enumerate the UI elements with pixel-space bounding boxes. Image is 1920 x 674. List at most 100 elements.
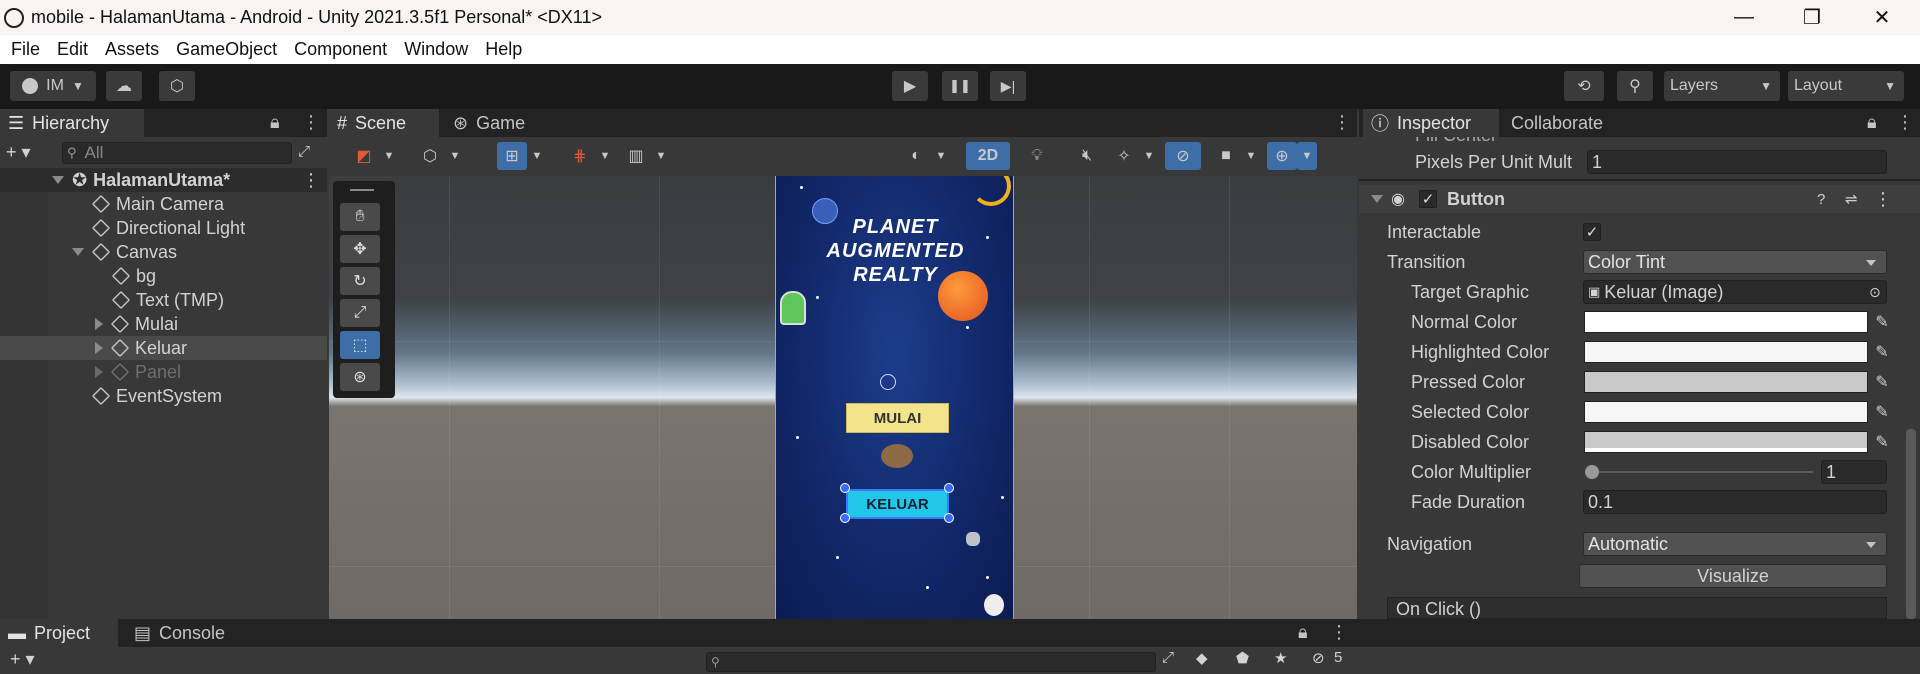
- collab-button[interactable]: ⬡: [159, 71, 195, 101]
- tab-collaborate[interactable]: Collaborate: [1503, 109, 1633, 137]
- tab-console[interactable]: ▤ Console: [126, 619, 246, 647]
- step-button[interactable]: ▶|: [990, 71, 1026, 101]
- layout-dropdown[interactable]: Layout ▼: [1788, 71, 1904, 101]
- selected-color-swatch[interactable]: [1584, 401, 1868, 423]
- chevron-down-icon[interactable]: ▼: [1139, 142, 1159, 170]
- more-menu-icon[interactable]: ⋮: [302, 112, 320, 133]
- pause-button[interactable]: ❚❚: [942, 71, 978, 101]
- rect-handle[interactable]: [944, 513, 954, 523]
- lock-icon[interactable]: 🔒︎: [1867, 112, 1877, 133]
- play-button[interactable]: ▶: [892, 71, 928, 101]
- normal-color-swatch[interactable]: [1584, 311, 1868, 333]
- object-picker-icon[interactable]: ⊙: [1869, 284, 1881, 301]
- disabled-color-swatch[interactable]: [1584, 431, 1868, 453]
- transform-tool-button[interactable]: ⊛: [340, 363, 380, 391]
- inspector-scrollbar[interactable]: [1906, 429, 1916, 619]
- hidden-packages-icon[interactable]: ⊘: [1312, 649, 1325, 667]
- help-icon[interactable]: ?: [1817, 191, 1825, 208]
- menu-component[interactable]: Component: [294, 39, 387, 60]
- gizmos-button[interactable]: ⊕: [1267, 142, 1297, 170]
- increment-snap-button[interactable]: ⋕: [565, 142, 595, 170]
- hierarchy-item-scene[interactable]: ✪ HalamanUtama* ⋮: [0, 168, 327, 192]
- chevron-down-icon[interactable]: ▼: [931, 142, 951, 170]
- hierarchy-item-canvas[interactable]: Canvas: [0, 240, 327, 264]
- render-mode-button[interactable]: ⬡: [415, 142, 445, 170]
- hierarchy-item-directional-light[interactable]: Directional Light: [0, 216, 327, 240]
- layers-dropdown[interactable]: Layers ▼: [1664, 71, 1780, 101]
- more-menu-icon[interactable]: ⋮: [1330, 622, 1348, 643]
- eyedropper-icon[interactable]: ✎: [1871, 341, 1893, 363]
- chevron-down-icon[interactable]: ▼: [1241, 142, 1261, 170]
- search-by-type-icon[interactable]: ⤢: [1162, 649, 1174, 666]
- eyedropper-icon[interactable]: ✎: [1871, 311, 1893, 333]
- maximize-button[interactable]: ❐: [1782, 0, 1842, 35]
- highlighted-color-swatch[interactable]: [1584, 341, 1868, 363]
- rect-handle[interactable]: [840, 513, 850, 523]
- cloud-button[interactable]: ☁: [106, 71, 142, 101]
- hierarchy-item-text-tmp[interactable]: Text (TMP): [0, 288, 327, 312]
- game-canvas-preview[interactable]: PLANET AUGMENTED REALTY MULAI KELUAR: [775, 176, 1014, 619]
- lighting-toggle-button[interactable]: 💡︎: [1019, 142, 1055, 170]
- eyedropper-icon[interactable]: ✎: [1871, 371, 1893, 393]
- slider-thumb[interactable]: [1585, 465, 1599, 479]
- account-button[interactable]: IM ▼: [10, 71, 96, 101]
- pixels-per-unit-input[interactable]: 1: [1587, 150, 1887, 174]
- hierarchy-item-main-camera[interactable]: Main Camera: [0, 192, 327, 216]
- transition-dropdown[interactable]: Color Tint: [1583, 250, 1887, 274]
- preset-icon[interactable]: ⇌: [1845, 190, 1858, 208]
- star-icon[interactable]: ★: [1274, 649, 1287, 667]
- 2d-toggle-button[interactable]: 2D: [966, 142, 1010, 170]
- more-menu-icon[interactable]: ⋮: [1896, 112, 1914, 133]
- minimize-button[interactable]: —: [1714, 0, 1774, 35]
- rect-handle[interactable]: [944, 483, 954, 493]
- tab-game[interactable]: ⊛ Game: [445, 109, 545, 137]
- lock-icon[interactable]: 🔒︎: [270, 112, 280, 133]
- more-menu-icon[interactable]: ⋮: [1874, 189, 1892, 210]
- component-enabled-checkbox[interactable]: ✓: [1419, 190, 1437, 208]
- draw-mode-button[interactable]: ◩: [349, 142, 379, 170]
- close-button[interactable]: ✕: [1852, 0, 1912, 35]
- grid-snapping-button[interactable]: ⊞: [497, 142, 527, 170]
- scene-viewport[interactable]: PLANET AUGMENTED REALTY MULAI KELUAR: [329, 176, 1357, 619]
- add-button[interactable]: + ▾: [6, 142, 50, 162]
- ruler-button[interactable]: ▥: [621, 142, 651, 170]
- more-menu-icon[interactable]: ⋮: [1333, 112, 1351, 133]
- navigation-dropdown[interactable]: Automatic: [1583, 532, 1887, 556]
- hierarchy-search-input[interactable]: ⚲ All: [62, 142, 292, 164]
- fade-duration-input[interactable]: 0.1: [1583, 490, 1887, 514]
- chevron-down-icon[interactable]: ▼: [651, 142, 671, 170]
- eyedropper-icon[interactable]: ✎: [1871, 431, 1893, 453]
- lock-icon[interactable]: 🔒︎: [1298, 622, 1308, 643]
- slider-track[interactable]: [1591, 471, 1813, 473]
- hand-tool-button[interactable]: ✋︎: [340, 203, 380, 231]
- tab-project[interactable]: ▬ Project: [0, 619, 118, 647]
- hierarchy-item-mulai[interactable]: Mulai: [0, 312, 327, 336]
- target-graphic-field[interactable]: ▣ Keluar (Image): [1583, 280, 1887, 304]
- eyedropper-icon[interactable]: ✎: [1871, 401, 1893, 423]
- scene-search-icon[interactable]: ⤢: [298, 143, 310, 160]
- rect-tool-button[interactable]: ⬚: [340, 331, 380, 359]
- menu-help[interactable]: Help: [485, 39, 522, 60]
- chevron-down-icon[interactable]: ▼: [445, 142, 465, 170]
- audio-toggle-button[interactable]: 🔇︎: [1069, 142, 1105, 170]
- visibility-toggle-button[interactable]: ⊘: [1165, 142, 1201, 170]
- hierarchy-item-panel[interactable]: Panel: [0, 360, 327, 384]
- interactable-checkbox[interactable]: ✓: [1583, 223, 1601, 241]
- chevron-down-icon[interactable]: ▼: [527, 142, 547, 170]
- add-button[interactable]: + ▾: [10, 649, 35, 670]
- rect-handle[interactable]: [840, 483, 850, 493]
- move-tool-button[interactable]: ✥: [340, 235, 380, 263]
- camera-button[interactable]: ■: [1211, 142, 1241, 170]
- search-button[interactable]: ⚲: [1617, 71, 1653, 101]
- color-multiplier-input[interactable]: 1: [1821, 460, 1887, 484]
- hierarchy-item-eventsystem[interactable]: EventSystem: [0, 384, 327, 408]
- scale-tool-button[interactable]: ⤢: [340, 299, 380, 327]
- tab-inspector[interactable]: ⓘ Inspector: [1363, 109, 1499, 137]
- button-component-header[interactable]: ◉ ✓ Button ? ⇌ ⋮: [1359, 185, 1920, 213]
- menu-file[interactable]: File: [11, 39, 40, 60]
- undo-history-button[interactable]: ⟲: [1564, 71, 1604, 101]
- shading-mode-button[interactable]: ◐: [901, 142, 931, 170]
- chevron-down-icon[interactable]: ▼: [1297, 142, 1317, 170]
- more-menu-icon[interactable]: ⋮: [302, 170, 320, 191]
- project-search-input[interactable]: ⚲: [706, 652, 1156, 672]
